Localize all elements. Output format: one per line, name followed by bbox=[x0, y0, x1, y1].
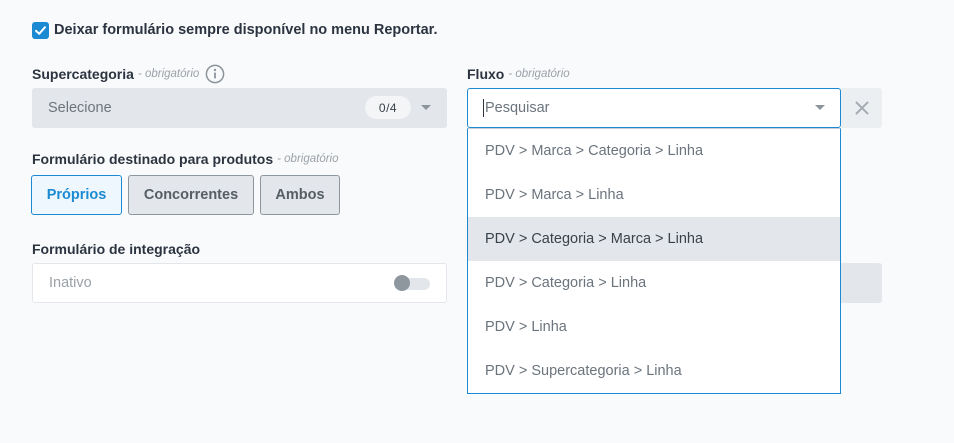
fluxo-option[interactable]: PDV > Linha bbox=[468, 305, 840, 349]
integracao-status: Inativo bbox=[49, 275, 92, 291]
always-available-checkbox[interactable] bbox=[32, 21, 49, 39]
fluxo-search-input[interactable] bbox=[483, 99, 803, 117]
destinado-label-row: Formulário destinado para produtos - obr… bbox=[32, 149, 339, 169]
always-available-row[interactable]: Deixar formulário sempre disponível no m… bbox=[32, 20, 438, 40]
required-hint: - obrigatório bbox=[137, 68, 200, 80]
option-ambos-button[interactable]: Ambos bbox=[260, 175, 340, 215]
toggle-knob[interactable] bbox=[394, 275, 410, 291]
required-hint: - obrigatório bbox=[277, 153, 339, 165]
info-icon[interactable] bbox=[205, 64, 225, 84]
close-icon bbox=[855, 101, 868, 115]
fluxo-option[interactable]: PDV > Marca > Linha bbox=[468, 173, 840, 217]
option-proprios-button[interactable]: Próprios bbox=[31, 175, 122, 215]
supercategoria-label-row: Supercategoria - obrigatório bbox=[32, 64, 225, 84]
fluxo-label: Fluxo bbox=[467, 66, 505, 82]
integracao-label-row: Formulário de integração bbox=[32, 239, 200, 259]
fluxo-label-row: Fluxo - obrigatório bbox=[467, 64, 570, 84]
integracao-field: Inativo bbox=[32, 263, 447, 303]
check-icon bbox=[35, 25, 46, 35]
fluxo-option[interactable]: PDV > Supercategoria > Linha bbox=[468, 349, 840, 393]
fluxo-option-highlighted[interactable]: PDV > Categoria > Marca > Linha bbox=[468, 217, 840, 261]
destinado-label: Formulário destinado para produtos bbox=[32, 151, 274, 167]
chevron-down-icon[interactable] bbox=[421, 105, 431, 110]
fluxo-option[interactable]: PDV > Categoria > Linha bbox=[468, 261, 840, 305]
chevron-down-icon[interactable] bbox=[815, 105, 825, 110]
supercategoria-placeholder: Selecione bbox=[48, 100, 112, 116]
integracao-label: Formulário de integração bbox=[32, 241, 201, 257]
fluxo-dropdown-list: PDV > Marca > Categoria > Linha PDV > Ma… bbox=[467, 128, 841, 394]
supercategoria-label: Supercategoria bbox=[32, 66, 134, 82]
covered-field bbox=[840, 263, 882, 303]
option-concorrentes-button[interactable]: Concorrentes bbox=[128, 175, 254, 215]
always-available-label: Deixar formulário sempre disponível no m… bbox=[54, 22, 438, 38]
required-hint: - obrigatório bbox=[508, 68, 570, 80]
fluxo-search-box[interactable] bbox=[467, 88, 841, 128]
selection-counter-badge: 0/4 bbox=[365, 96, 411, 119]
fluxo-option[interactable]: PDV > Marca > Categoria > Linha bbox=[468, 129, 840, 173]
clear-button[interactable] bbox=[841, 88, 882, 128]
